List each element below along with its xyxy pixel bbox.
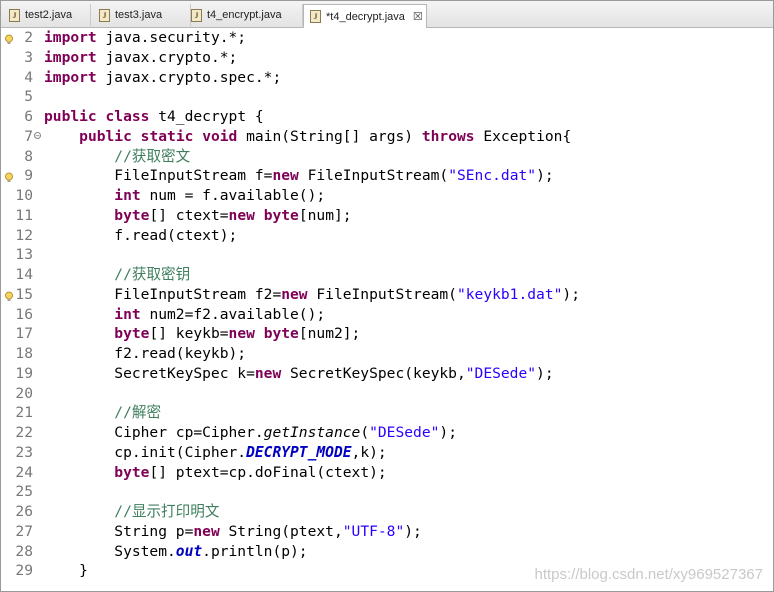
code-line[interactable]: 15 FileInputStream f2=new FileInputStrea… (1, 285, 773, 305)
code-line[interactable]: 26 //显示打印明文 (1, 502, 773, 522)
code-line[interactable]: 10 int num = f.available(); (1, 186, 773, 206)
code-line[interactable]: 7 public static void main(String[] args)… (1, 127, 773, 147)
line-number: 13 (15, 246, 33, 264)
line-number: 3 (24, 48, 33, 66)
line-number: 29 (15, 562, 33, 580)
code-line[interactable]: 23 cp.init(Cipher.DECRYPT_MODE,k); (1, 443, 773, 463)
code-line[interactable]: 17 byte[] keykb=new byte[num2]; (1, 324, 773, 344)
code-text: //解密 (114, 404, 162, 422)
tab-test3[interactable]: J test3.java (93, 4, 191, 26)
java-file-icon: J (310, 10, 321, 23)
code-line[interactable]: 27 String p=new String(ptext,"UTF-8"); (1, 522, 773, 542)
code-line[interactable]: 6 public class t4_decrypt { (1, 107, 773, 127)
line-number: 23 (15, 443, 33, 461)
code-line[interactable]: 16 int num2=f2.available(); (1, 305, 773, 325)
line-number: 25 (15, 483, 33, 501)
line-number: 19 (15, 364, 33, 382)
code-line[interactable]: 19 SecretKeySpec k=new SecretKeySpec(key… (1, 364, 773, 384)
line-number: 21 (15, 404, 33, 422)
code-text: f2.read(keykb); (44, 345, 247, 362)
line-number: 4 (24, 68, 33, 86)
code-text: byte[] ptext=cp.doFinal(ctext); (114, 463, 387, 481)
line-number: 7 (24, 127, 33, 145)
code-text: //获取密文 (114, 147, 191, 165)
line-number: 11 (15, 206, 33, 224)
line-number: 17 (15, 325, 33, 343)
java-file-icon: J (191, 8, 202, 22)
line-number: 24 (15, 463, 33, 481)
line-number: 16 (15, 305, 33, 323)
code-text: Cipher cp=Cipher.getInstance("DESede"); (44, 424, 457, 441)
code-text: //获取密钥 (114, 266, 191, 283)
tab-t4-decrypt[interactable]: J *t4_decrypt.java ☒ (303, 4, 427, 28)
code-text: FileInputStream f2=new FileInputStream("… (44, 285, 580, 303)
code-text: public static void main(String[] args) t… (79, 127, 572, 145)
code-line[interactable]: 24 byte[] ptext=cp.doFinal(ctext); (1, 463, 773, 483)
editor-tab-bar: J test2.java J test3.java J t4_encrypt.j… (1, 1, 773, 28)
code-line[interactable]: 9 FileInputStream f=new FileInputStream(… (1, 166, 773, 186)
code-text: String p=new String(ptext,"UTF-8"); (44, 522, 422, 540)
code-line[interactable]: 25 (1, 482, 773, 502)
code-text: cp.init(Cipher.DECRYPT_MODE,k); (44, 443, 387, 461)
code-text: import java.security.*; (44, 29, 247, 46)
code-text: System.out.println(p); (44, 542, 308, 560)
tab-label: t4_encrypt.java (207, 9, 282, 21)
java-file-icon: J (9, 8, 20, 22)
code-line[interactable]: 22 Cipher cp=Cipher.getInstance("DESede"… (1, 423, 773, 443)
code-text: int num = f.available(); (114, 187, 326, 204)
code-text: public class t4_decrypt { (44, 108, 264, 125)
warning-lightbulb-icon[interactable] (4, 288, 15, 301)
code-text: int num2=f2.available(); (114, 305, 326, 323)
line-number: 10 (15, 187, 33, 204)
code-text: f.read(ctext); (44, 226, 238, 244)
code-text: import javax.crypto.*; (44, 48, 238, 66)
tab-label: test2.java (25, 9, 73, 21)
line-number: 8 (24, 147, 33, 165)
tab-label: *t4_decrypt.java (326, 10, 405, 23)
fold-collapse-icon[interactable]: − (34, 131, 41, 139)
line-number: 20 (15, 384, 33, 402)
line-number: 27 (15, 522, 33, 540)
code-text: byte[] ctext=new byte[num]; (114, 206, 352, 224)
code-text: //显示打印明文 (114, 503, 220, 520)
code-line[interactable]: 8 //获取密文 (1, 147, 773, 167)
watermark: https://blog.csdn.net/xy969527367 (534, 566, 763, 583)
code-line[interactable]: 28 System.out.println(p); (1, 542, 773, 562)
code-line[interactable]: 18 f2.read(keykb); (1, 344, 773, 364)
code-text: byte[] keykb=new byte[num2]; (114, 325, 361, 343)
editor-window: J test2.java J test3.java J t4_encrypt.j… (0, 0, 774, 592)
line-number: 22 (15, 424, 33, 441)
warning-lightbulb-icon[interactable] (4, 169, 15, 183)
line-number: 6 (24, 108, 33, 125)
code-editor[interactable]: 2 import java.security.*; 3 import javax.cr… (1, 28, 773, 591)
code-line[interactable]: 11 byte[] ctext=new byte[num]; (1, 206, 773, 226)
code-text: } (44, 562, 88, 580)
line-number: 12 (15, 226, 33, 244)
code-line[interactable]: 13 (1, 245, 773, 265)
warning-lightbulb-icon[interactable] (4, 31, 15, 44)
code-line[interactable]: 20 (1, 384, 773, 404)
tab-t4-encrypt[interactable]: J t4_encrypt.java (185, 4, 303, 26)
line-number: 5 (24, 88, 33, 106)
tab-test2[interactable]: J test2.java (3, 4, 91, 26)
line-number: 18 (15, 345, 33, 362)
line-number: 14 (15, 266, 33, 283)
code-line[interactable]: 12 f.read(ctext); (1, 226, 773, 246)
code-line[interactable]: 2 import java.security.*; (1, 28, 773, 48)
code-text: import javax.crypto.spec.*; (44, 68, 282, 86)
code-line[interactable]: 21 //解密 (1, 403, 773, 423)
line-number: 26 (15, 503, 33, 520)
code-line[interactable]: 4 import javax.crypto.spec.*; (1, 68, 773, 88)
tab-label: test3.java (115, 9, 163, 21)
code-line[interactable]: 14 //获取密钥 (1, 265, 773, 285)
code-text: SecretKeySpec k=new SecretKeySpec(keykb,… (44, 364, 554, 382)
line-number: 28 (15, 542, 33, 560)
code-text: FileInputStream f=new FileInputStream("S… (44, 167, 554, 185)
code-line[interactable]: 3 import javax.crypto.*; (1, 48, 773, 68)
code-line[interactable]: 5 (1, 87, 773, 107)
close-icon[interactable]: ☒ (413, 10, 423, 23)
java-file-icon: J (99, 8, 110, 22)
